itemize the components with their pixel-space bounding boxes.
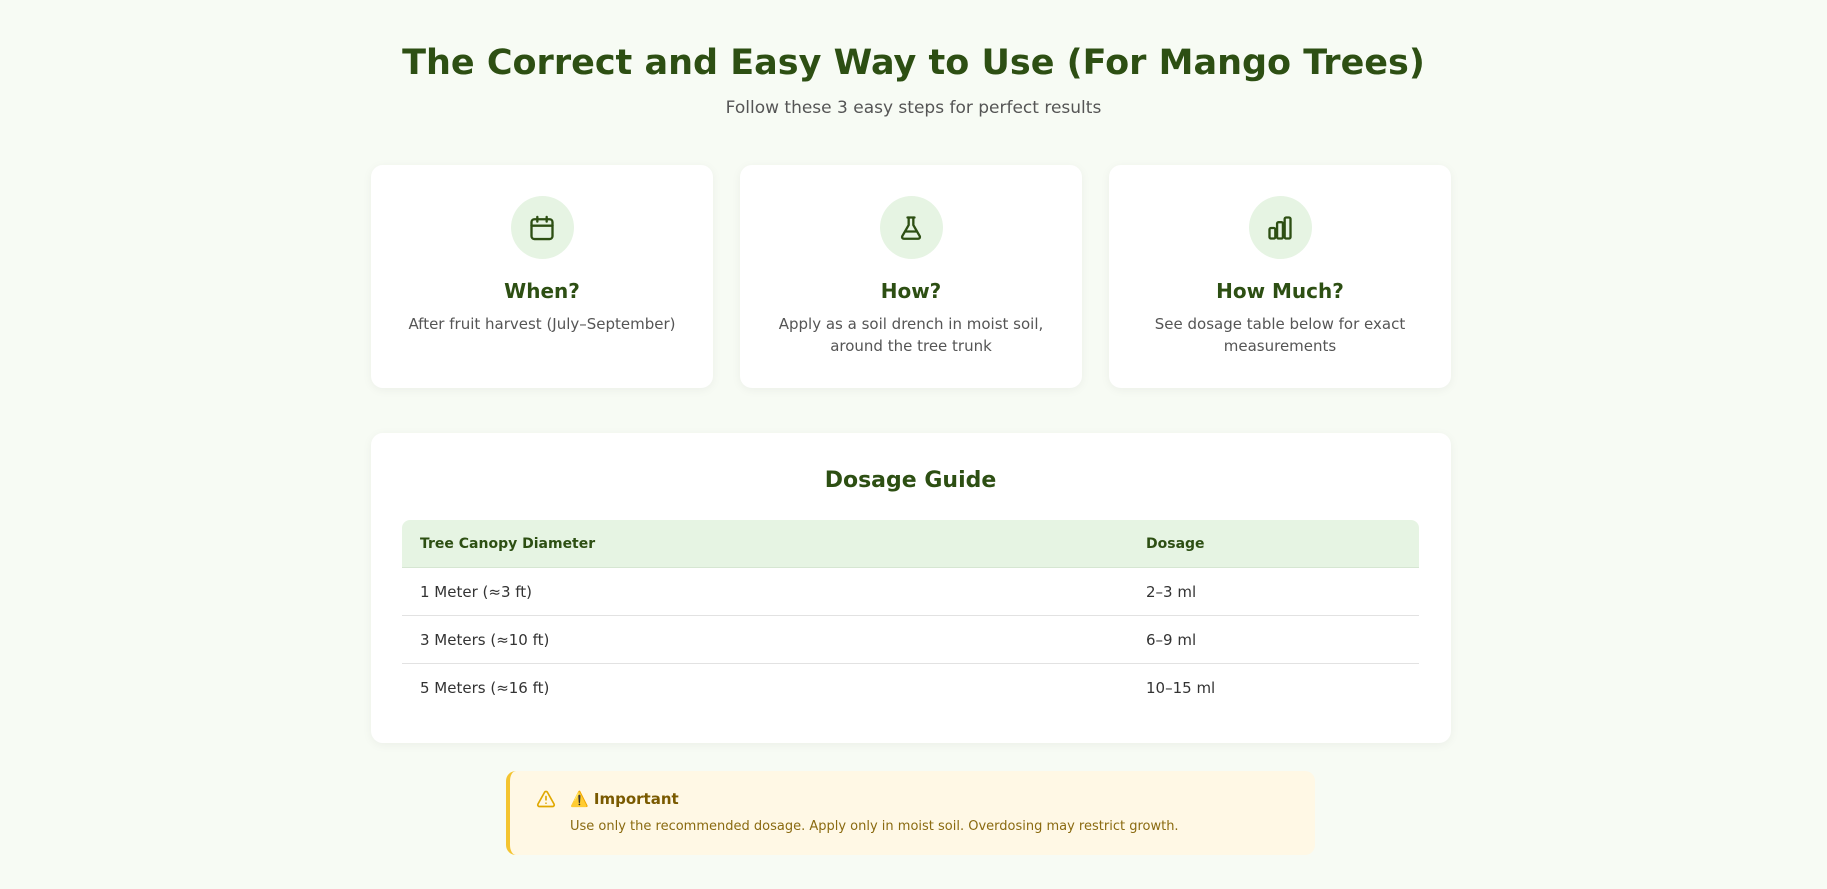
step-card-how-much: How Much? See dosage table below for exa… — [1109, 165, 1451, 388]
table-row: 3 Meters (≈10 ft) 6–9 ml — [402, 615, 1419, 664]
warning-icon — [536, 789, 556, 813]
dosage-guide-card: Dosage Guide Tree Canopy Diameter Dosage… — [371, 433, 1451, 743]
step-card-how: How? Apply as a soil drench in moist soi… — [740, 165, 1082, 388]
dosage-table: Tree Canopy Diameter Dosage 1 Meter (≈3 … — [402, 520, 1419, 711]
steps-section: When? After fruit harvest (July–Septembe… — [371, 165, 1451, 388]
step-title: When? — [504, 279, 580, 303]
flask-icon — [879, 196, 943, 259]
step-card-when: When? After fruit harvest (July–Septembe… — [371, 165, 713, 388]
cell-dosage: 2–3 ml — [1128, 567, 1419, 616]
step-description: Apply as a soil drench in moist soil, ar… — [778, 315, 1044, 355]
notice-title: ⚠️ Important — [570, 790, 679, 808]
step-description: See dosage table below for exact measure… — [1154, 315, 1406, 355]
step-title: How? — [880, 279, 942, 303]
page-title: The Correct and Easy Way to Use (For Man… — [402, 43, 1425, 83]
table-row: 5 Meters (≈16 ft) 10–15 ml — [402, 664, 1419, 712]
cell-diameter: 5 Meters (≈16 ft) — [420, 678, 550, 697]
cell-dosage: 6–9 ml — [1128, 615, 1419, 664]
bar-chart-icon — [1248, 196, 1312, 259]
step-description: After fruit harvest (July–September) — [408, 315, 676, 333]
important-notice: ⚠️ Important Use only the recommended do… — [506, 771, 1315, 855]
table-header-row: Tree Canopy Diameter Dosage — [402, 520, 1419, 568]
step-title: How Much? — [1216, 279, 1344, 303]
column-header-dosage: Dosage — [1128, 520, 1419, 568]
cell-diameter: 3 Meters (≈10 ft) — [402, 615, 1128, 664]
page-subtitle: Follow these 3 easy steps for perfect re… — [725, 98, 1102, 118]
dosage-title: Dosage Guide — [824, 468, 997, 493]
table-row: 1 Meter (≈3 ft) 2–3 ml — [402, 567, 1419, 616]
column-header-diameter: Tree Canopy Diameter — [402, 520, 1128, 568]
notice-text: Use only the recommended dosage. Apply o… — [570, 819, 1179, 834]
cell-diameter: 1 Meter (≈3 ft) — [402, 567, 1128, 616]
calendar-icon — [510, 196, 574, 259]
cell-dosage: 10–15 ml — [1146, 678, 1216, 697]
